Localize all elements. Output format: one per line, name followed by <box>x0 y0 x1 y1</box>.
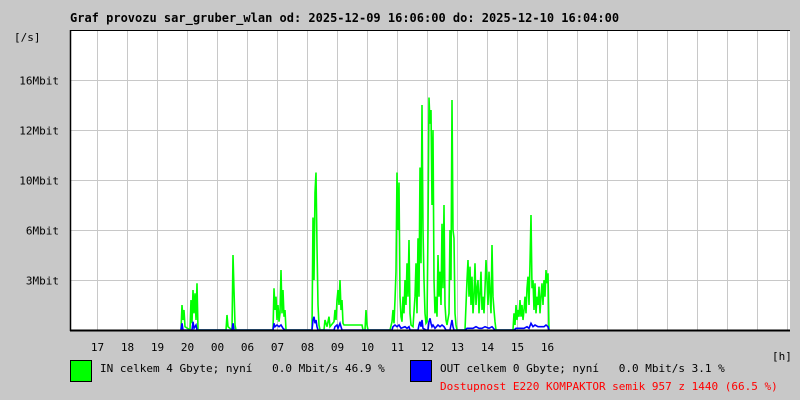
y-tick-label: 10Mbit <box>19 175 59 188</box>
x-tick-label: 15 <box>511 341 524 354</box>
x-tick-label: 10 <box>361 341 374 354</box>
x-tick-label: 19 <box>151 341 164 354</box>
x-tick-label: 08 <box>301 341 314 354</box>
x-tick-label: 14 <box>481 341 495 354</box>
legend-in-text: IN celkem 4 Gbyte; nyní 0.0 Mbit/s 46.9 … <box>100 362 385 375</box>
availability-text: Dostupnost E220 KOMPAKTOR semik 957 z 14… <box>440 380 778 393</box>
y-tick-label: 12Mbit <box>19 125 59 138</box>
x-tick-label: 12 <box>421 341 434 354</box>
x-tick-label: 07 <box>271 341 284 354</box>
x-tick-label: 20 <box>181 341 194 354</box>
legend-out-text: OUT celkem 0 Gbyte; nyní 0.0 Mbit/s 3.1 … <box>440 362 725 375</box>
y-tick-label: 16Mbit <box>19 75 59 88</box>
legend-out-swatch <box>410 360 432 382</box>
x-tick-label: 06 <box>241 341 254 354</box>
traffic-chart: 17 18 19 20 00 06 07 08 09 10 11 12 13 14 15 16 16Mbit 12… <box>19 30 790 354</box>
x-tick-label: 00 <box>211 341 224 354</box>
x-tick-label: 17 <box>91 341 104 354</box>
y-tick-label: 6Mbit <box>26 225 59 238</box>
x-tick-label: 16 <box>541 341 554 354</box>
x-tick-label: 13 <box>451 341 464 354</box>
y-tick-label: 3Mbit <box>26 275 59 288</box>
x-tick-label: 18 <box>121 341 134 354</box>
legend-in-swatch <box>70 360 92 382</box>
x-tick-label: 11 <box>391 341 404 354</box>
x-tick-label: 09 <box>331 341 344 354</box>
